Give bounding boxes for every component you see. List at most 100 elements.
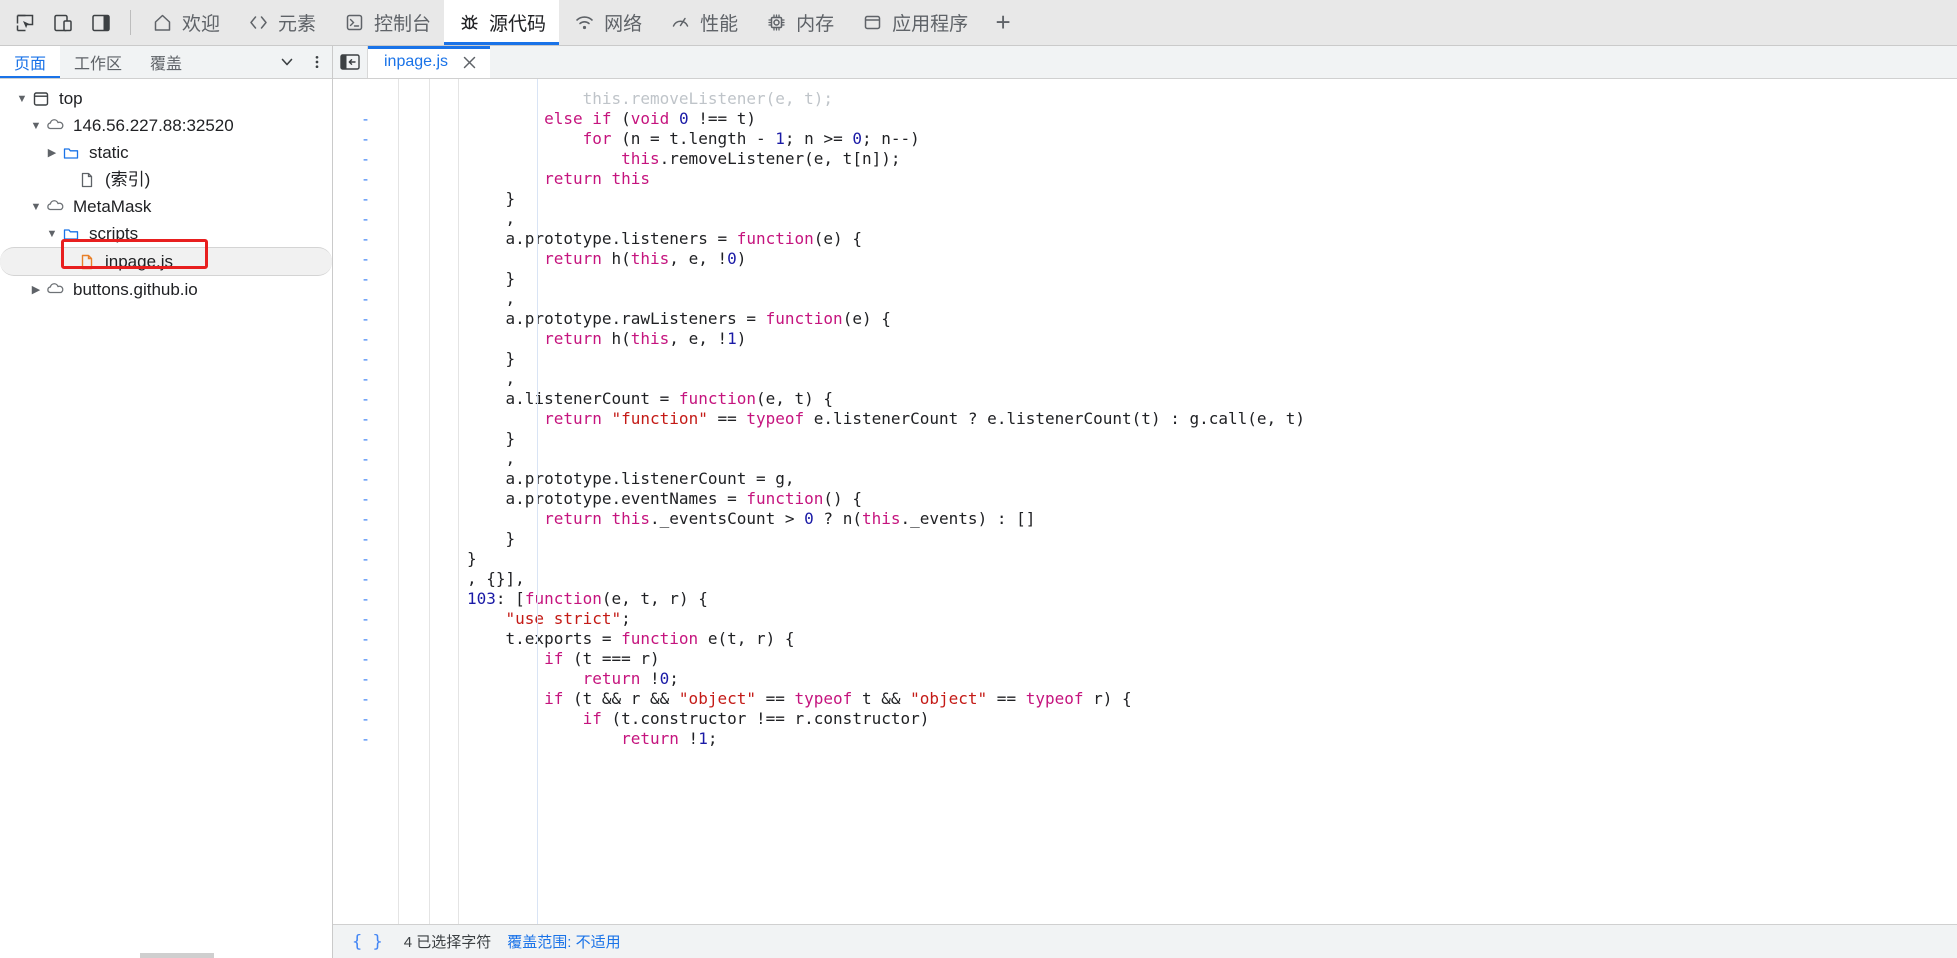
coverage-marker: - <box>333 329 398 349</box>
code-line: , <box>459 449 1957 469</box>
panel-tab-strip: 欢迎 元素 控制台 <box>137 0 1957 45</box>
tab-welcome[interactable]: 欢迎 <box>137 0 233 45</box>
code-line: } <box>459 349 1957 369</box>
tree-item-label: buttons.github.io <box>73 281 198 298</box>
code-line: if (t === r) <box>459 649 1957 669</box>
tab-network[interactable]: 网络 <box>559 0 655 45</box>
inspect-element-icon[interactable] <box>8 6 42 40</box>
coverage-marker: - <box>333 169 398 189</box>
tree-item-label: scripts <box>89 225 138 242</box>
code-line: for (n = t.length - 1; n >= 0; n--) <box>459 129 1957 149</box>
tree-item-buttons-github-io[interactable]: ▶ buttons.github.io <box>0 276 332 303</box>
tree-item-label: MetaMask <box>73 198 151 215</box>
coverage-marker: - <box>333 689 398 709</box>
three-dots-vertical-icon[interactable] <box>302 46 332 78</box>
cloud-icon <box>44 196 66 218</box>
tree-item-label: (索引) <box>105 171 150 188</box>
twisty-closed-icon[interactable]: ▶ <box>28 282 44 298</box>
coverage-marker: - <box>333 129 398 149</box>
nav-tab-label: 页面 <box>14 50 46 74</box>
tree-item-metamask[interactable]: ▼ MetaMask <box>0 193 332 220</box>
coverage-marker: - <box>333 509 398 529</box>
devtools-main-toolbar: 欢迎 元素 控制台 <box>0 0 1957 46</box>
console-prompt-icon <box>342 11 366 35</box>
code-line: return h(this, e, !0) <box>459 249 1957 269</box>
window-application-icon <box>860 11 884 35</box>
coverage-marker: - <box>333 429 398 449</box>
code-line: } <box>459 529 1957 549</box>
twisty-open-icon[interactable]: ▼ <box>14 91 30 107</box>
tree-item-index[interactable]: ▶ (索引) <box>0 166 332 193</box>
code-line: a.prototype.listenerCount = g, <box>459 469 1957 489</box>
coverage-marker: - <box>333 609 398 629</box>
tree-item-inpage-js[interactable]: ▶ inpage.js <box>0 247 332 276</box>
twisty-closed-icon[interactable]: ▶ <box>44 145 60 161</box>
tab-label: 网络 <box>604 9 642 36</box>
code-line: return this._eventsCount > 0 ? n(this._e… <box>459 509 1957 529</box>
editor-tabbar: inpage.js <box>333 46 1957 79</box>
code-line: this.removeListener(e, t[n]); <box>459 149 1957 169</box>
coverage-marker: - <box>333 109 398 129</box>
indent-guide <box>537 79 538 924</box>
coverage-marker: - <box>333 349 398 369</box>
window-bottom-stub <box>140 953 214 958</box>
twisty-open-icon[interactable]: ▼ <box>44 226 60 242</box>
tab-label: 应用程序 <box>892 9 968 36</box>
twisty-open-icon[interactable]: ▼ <box>28 118 44 134</box>
twisty-open-icon[interactable]: ▼ <box>28 199 44 215</box>
tab-console[interactable]: 控制台 <box>329 0 444 45</box>
toolbar-left-buttons <box>0 0 124 45</box>
tab-application[interactable]: 应用程序 <box>847 0 981 45</box>
code-line: , <box>459 289 1957 309</box>
nav-tab-page[interactable]: 页面 <box>0 46 60 78</box>
code-line: return !1; <box>459 729 1957 749</box>
coverage-marker: - <box>333 469 398 489</box>
cloud-icon <box>44 279 66 301</box>
tab-sources[interactable]: 源代码 <box>444 0 559 45</box>
tab-label: 源代码 <box>489 9 546 36</box>
code-line: } <box>459 189 1957 209</box>
coverage-marker: - <box>333 229 398 249</box>
tree-item-top[interactable]: ▼ top <box>0 85 332 112</box>
coverage-status[interactable]: 覆盖范围: 不适用 <box>507 931 620 952</box>
code-line: , <box>459 209 1957 229</box>
coverage-marker: - <box>333 369 398 389</box>
code-line: else if (void 0 !== t) <box>459 109 1957 129</box>
coverage-marker: - <box>333 149 398 169</box>
nav-tab-label: 覆盖 <box>150 50 182 74</box>
js-file-icon <box>76 251 98 273</box>
tree-item-origin[interactable]: ▼ 146.56.227.88:32520 <box>0 112 332 139</box>
editor-file-tab-inpage-js[interactable]: inpage.js <box>368 46 490 78</box>
toolbar-divider <box>130 10 131 35</box>
tab-label: 欢迎 <box>182 9 220 36</box>
coverage-marker: - <box>333 269 398 289</box>
coverage-marker: - <box>333 409 398 429</box>
dock-side-icon[interactable] <box>84 6 118 40</box>
tree-item-scripts[interactable]: ▼ scripts <box>0 220 332 247</box>
tab-performance[interactable]: 性能 <box>655 0 751 45</box>
code-brackets-icon <box>246 11 270 35</box>
coverage-marker: - <box>333 729 398 749</box>
tab-memory[interactable]: 内存 <box>751 0 847 45</box>
nav-tab-overrides[interactable]: 覆盖 <box>136 46 196 78</box>
code-line: a.listenerCount = function(e, t) { <box>459 389 1957 409</box>
code-line: a.prototype.eventNames = function() { <box>459 489 1957 509</box>
code-content[interactable]: this.removeListener(e, t); else if (void… <box>459 79 1957 924</box>
tree-item-static[interactable]: ▶ static <box>0 139 332 166</box>
code-line: } <box>459 429 1957 449</box>
tab-label: 内存 <box>796 9 834 36</box>
coverage-marker: - <box>333 449 398 469</box>
devtools-window: 欢迎 元素 控制台 <box>0 0 1957 958</box>
code-editor[interactable]: -------------------------------- this.re… <box>333 79 1957 924</box>
frame-icon <box>30 88 52 110</box>
chevron-down-icon[interactable] <box>272 46 302 78</box>
devtools-body: 页面 工作区 覆盖 ▼ <box>0 46 1957 958</box>
add-panel-button[interactable]: + <box>981 0 1025 45</box>
nav-tab-workspace[interactable]: 工作区 <box>60 46 136 78</box>
code-line: } <box>459 549 1957 569</box>
pretty-print-braces-icon[interactable]: { } <box>347 930 388 954</box>
close-icon[interactable] <box>460 53 478 71</box>
show-navigator-icon[interactable] <box>333 46 368 78</box>
tab-elements[interactable]: 元素 <box>233 0 329 45</box>
device-toolbar-icon[interactable] <box>46 6 80 40</box>
